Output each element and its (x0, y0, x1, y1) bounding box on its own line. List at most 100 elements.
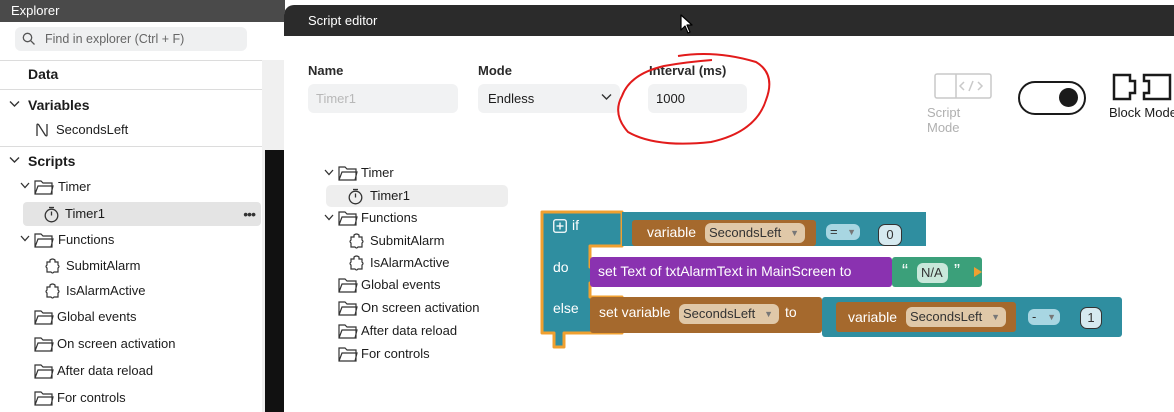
arithmetic-operator-dropdown[interactable]: - ▼ (1028, 309, 1060, 325)
tree-timer1-item[interactable]: Timer1 (326, 185, 508, 207)
set-text-label: set Text of txtAlarmText in MainScreen t… (598, 263, 852, 279)
script-editor-dialog: Script editor Name Timer1 Mode Endless I… (284, 5, 1174, 412)
data-header: Data (28, 66, 59, 82)
explorer-panel: Explorer Data Variables SecondsLeft (0, 0, 285, 412)
chevron-down-icon[interactable] (324, 169, 334, 176)
variable-get-block[interactable]: variable SecondsLeft ▼ (632, 220, 816, 246)
folder-icon (338, 166, 358, 181)
set-text-block[interactable]: set Text of txtAlarmText in MainScreen t… (590, 257, 892, 287)
plus-icon[interactable] (553, 219, 567, 233)
variable-get-block[interactable]: variable SecondsLeft ▼ (836, 302, 1016, 332)
open-quote: “ (902, 261, 908, 281)
puzzle-icon (45, 283, 60, 299)
block-canvas[interactable]: if do else variable SecondsLeft ▼ = ▼ 0 se… (534, 205, 1174, 412)
chevron-down-icon (601, 94, 612, 100)
tree-function-item[interactable]: IsAlarmActive (320, 252, 510, 274)
timer-group[interactable]: Timer (0, 175, 262, 199)
variables-section[interactable]: Variables (0, 93, 262, 117)
arrow-right-icon (974, 267, 982, 277)
variable-name-dropdown[interactable]: SecondsLeft ▼ (705, 223, 805, 243)
functions-group[interactable]: Functions (0, 228, 262, 252)
do-keyword: do (553, 259, 569, 275)
chevron-down-icon[interactable] (9, 100, 20, 108)
folder-icon (34, 233, 54, 248)
tree-event-item[interactable]: Global events (320, 274, 510, 296)
tree-functions-group[interactable]: Functions (320, 207, 510, 229)
folder-icon (338, 347, 358, 362)
set-variable-block[interactable]: set variable SecondsLeft ▼ to (590, 297, 822, 333)
if-keyword: if (572, 217, 579, 233)
toggle-knob (1059, 88, 1078, 107)
explorer-search[interactable] (15, 27, 247, 51)
timer-icon (348, 188, 363, 205)
text-value-field[interactable]: N/A (917, 263, 948, 283)
number-one-block[interactable]: 1 (1080, 307, 1102, 329)
event-item[interactable]: For controls (0, 386, 262, 410)
code-icon (934, 73, 992, 99)
mode-toggle[interactable] (1018, 81, 1086, 115)
puzzle-icon (45, 258, 60, 274)
script-editor-title: Script editor (284, 5, 1174, 36)
name-label: Name (308, 63, 344, 78)
variable-item[interactable]: SecondsLeft (0, 118, 262, 142)
chevron-down-icon[interactable] (20, 235, 30, 242)
event-item[interactable]: Global events (0, 305, 262, 329)
variable-keyword: variable (848, 309, 898, 325)
tree-event-item[interactable]: After data reload (320, 320, 510, 342)
background-canvas (265, 150, 285, 412)
mouse-cursor-icon (680, 14, 693, 34)
script-mode-label: Script Mode (927, 105, 961, 135)
folder-icon (34, 337, 54, 352)
app-window: Explorer Data Variables SecondsLeft (0, 0, 1174, 412)
number-zero-block[interactable]: 0 (878, 224, 902, 246)
puzzle-icon (349, 255, 364, 271)
puzzle-icon (349, 233, 364, 249)
chevron-down-icon[interactable] (324, 214, 334, 221)
set-variable-name-dropdown[interactable]: SecondsLeft ▼ (679, 304, 779, 324)
folder-icon (34, 391, 54, 406)
tree-event-item[interactable]: On screen activation (320, 297, 510, 319)
mode-select[interactable]: Endless (478, 84, 620, 113)
close-quote: ” (954, 261, 960, 281)
to-keyword: to (785, 304, 797, 320)
function-item[interactable]: IsAlarmActive (0, 279, 262, 303)
folder-icon (338, 278, 358, 293)
folder-icon (338, 211, 358, 226)
explorer-title: Explorer (0, 0, 285, 22)
chevron-down-icon[interactable] (20, 182, 30, 189)
search-icon (22, 32, 35, 45)
more-options-icon[interactable]: ••• (243, 202, 256, 226)
folder-icon (34, 180, 54, 195)
folder-icon (34, 364, 54, 379)
red-annotation-circle (617, 53, 771, 145)
mode-select-value: Endless (488, 91, 535, 106)
set-variable-keyword: set variable (599, 304, 671, 320)
chevron-down-icon[interactable] (9, 156, 20, 164)
function-item[interactable]: SubmitAlarm (0, 254, 262, 278)
timer-icon (44, 206, 59, 223)
folder-icon (338, 324, 358, 339)
variable-name-dropdown[interactable]: SecondsLeft ▼ (906, 307, 1006, 327)
folder-icon (34, 310, 54, 325)
else-keyword: else (553, 300, 579, 316)
explorer-search-input[interactable] (45, 27, 243, 51)
script-mode-button[interactable]: Script Mode (927, 71, 994, 135)
variable-keyword: variable (647, 224, 697, 240)
text-string-block[interactable]: “ N/A ” (892, 257, 982, 287)
folder-icon (338, 301, 358, 316)
variable-icon (36, 123, 48, 137)
tree-event-item[interactable]: For controls (320, 343, 510, 365)
block-mode-label: Block Mode (1109, 105, 1174, 120)
blocks-icon (1112, 73, 1172, 101)
mode-label: Mode (478, 63, 512, 78)
math-arithmetic-block[interactable]: variable SecondsLeft ▼ - ▼ 1 (822, 297, 1122, 337)
event-item[interactable]: After data reload (0, 359, 262, 383)
event-item[interactable]: On screen activation (0, 332, 262, 356)
name-field: Timer1 (308, 84, 458, 113)
tree-timer-group[interactable]: Timer (320, 162, 510, 184)
tree-function-item[interactable]: SubmitAlarm (320, 230, 510, 252)
compare-operator-dropdown[interactable]: = ▼ (826, 224, 860, 240)
scripts-section[interactable]: Scripts (0, 149, 262, 173)
timer1-item[interactable]: Timer1 ••• (23, 202, 261, 226)
block-mode-button[interactable]: Block Mode (1109, 71, 1174, 127)
